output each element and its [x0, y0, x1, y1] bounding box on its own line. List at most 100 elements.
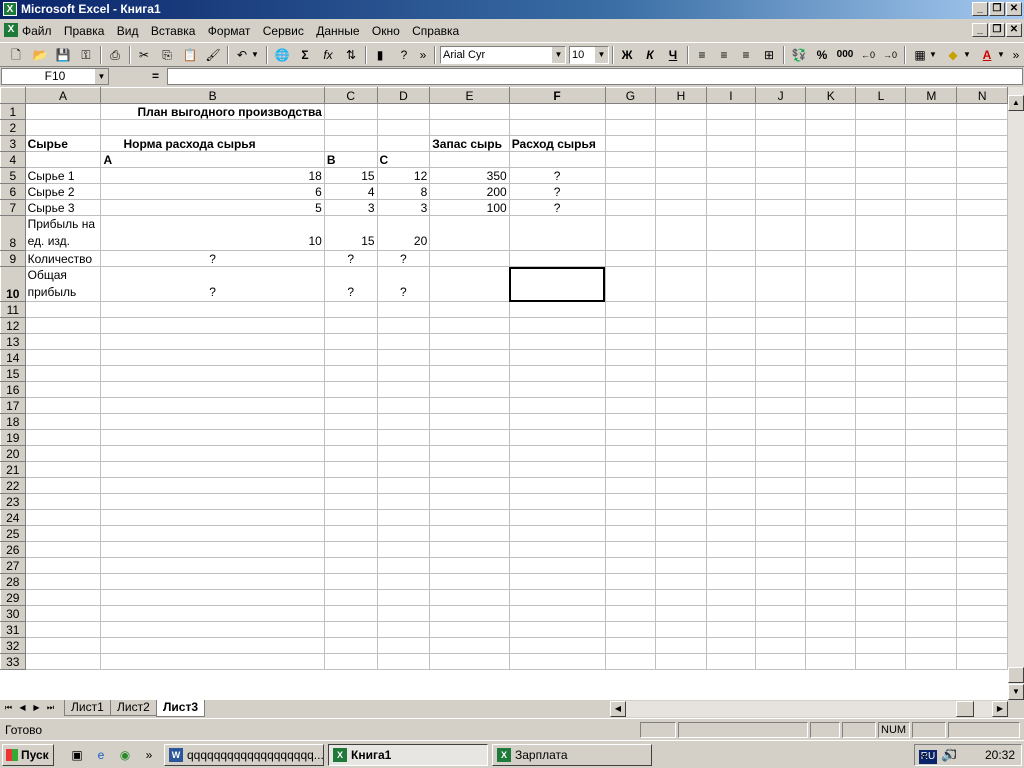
- cell[interactable]: [805, 167, 857, 184]
- cell[interactable]: [705, 266, 757, 302]
- cell[interactable]: [323, 445, 378, 462]
- cell[interactable]: [805, 477, 857, 494]
- cell[interactable]: [655, 250, 707, 267]
- cell[interactable]: [323, 365, 378, 382]
- cell[interactable]: [705, 589, 757, 606]
- cell[interactable]: [24, 493, 102, 510]
- column-header-c[interactable]: C: [323, 87, 378, 104]
- cell[interactable]: [508, 381, 606, 398]
- cell[interactable]: [805, 397, 857, 414]
- cell[interactable]: [956, 266, 1008, 302]
- cell-d10[interactable]: ?: [376, 266, 431, 302]
- row-header[interactable]: 14: [0, 349, 26, 366]
- cell[interactable]: [905, 397, 958, 414]
- cell[interactable]: [805, 183, 857, 200]
- cell[interactable]: [655, 183, 707, 200]
- cell[interactable]: [905, 605, 958, 622]
- cell[interactable]: [905, 557, 958, 574]
- cell[interactable]: [429, 250, 510, 267]
- cell[interactable]: [855, 301, 907, 318]
- row-header[interactable]: 25: [0, 525, 26, 542]
- cell[interactable]: [755, 183, 807, 200]
- menu-edit[interactable]: Правка: [64, 24, 105, 38]
- cell[interactable]: [376, 589, 431, 606]
- cell[interactable]: [755, 333, 807, 350]
- cell[interactable]: [100, 461, 325, 478]
- cell[interactable]: [705, 301, 757, 318]
- doc-minimize-button[interactable]: _: [972, 23, 988, 37]
- cell[interactable]: [755, 381, 807, 398]
- cell[interactable]: [655, 349, 707, 366]
- cell[interactable]: [705, 509, 757, 526]
- cell[interactable]: [655, 397, 707, 414]
- cell[interactable]: [956, 461, 1008, 478]
- cell[interactable]: [508, 461, 606, 478]
- cell[interactable]: [805, 151, 857, 168]
- cell[interactable]: [323, 317, 378, 334]
- cell-d6[interactable]: 8: [376, 183, 431, 200]
- row-header[interactable]: 13: [0, 333, 26, 350]
- cell[interactable]: [905, 250, 958, 267]
- cell[interactable]: [705, 349, 757, 366]
- cell-d4[interactable]: C: [376, 151, 431, 168]
- cell[interactable]: [376, 301, 431, 318]
- help-icon[interactable]: ?: [394, 46, 414, 64]
- cell[interactable]: [855, 135, 907, 152]
- cell[interactable]: [376, 365, 431, 382]
- cell[interactable]: [705, 381, 757, 398]
- cell[interactable]: [755, 477, 807, 494]
- cell[interactable]: [905, 493, 958, 510]
- cell[interactable]: [956, 250, 1008, 267]
- cell[interactable]: [956, 493, 1008, 510]
- cell[interactable]: [805, 119, 857, 136]
- cell[interactable]: [376, 333, 431, 350]
- cell[interactable]: [855, 151, 907, 168]
- cell[interactable]: [956, 365, 1008, 382]
- row-header[interactable]: 20: [0, 445, 26, 462]
- cell[interactable]: [855, 573, 907, 590]
- cell-d7[interactable]: 3: [376, 199, 431, 216]
- row-header[interactable]: 28: [0, 573, 26, 590]
- cell[interactable]: [24, 461, 102, 478]
- cell[interactable]: [429, 461, 510, 478]
- row-header[interactable]: 9: [0, 250, 26, 267]
- cell[interactable]: [429, 605, 510, 622]
- cell[interactable]: [855, 477, 907, 494]
- cell[interactable]: [705, 397, 757, 414]
- cell[interactable]: [855, 509, 907, 526]
- cell[interactable]: [376, 637, 431, 654]
- cell[interactable]: [429, 445, 510, 462]
- row-header[interactable]: 30: [0, 605, 26, 622]
- cell[interactable]: [956, 429, 1008, 446]
- cell[interactable]: [508, 317, 606, 334]
- prev-sheet-icon[interactable]: ◀: [16, 701, 29, 715]
- cell[interactable]: [855, 119, 907, 136]
- scroll-right-icon[interactable]: ▶: [992, 701, 1008, 717]
- cell[interactable]: [755, 509, 807, 526]
- cell[interactable]: [323, 509, 378, 526]
- cell[interactable]: [755, 250, 807, 267]
- cell[interactable]: [855, 541, 907, 558]
- cell[interactable]: [376, 573, 431, 590]
- cell[interactable]: [508, 215, 606, 251]
- cell[interactable]: [905, 103, 958, 120]
- cell[interactable]: [24, 525, 102, 542]
- cell[interactable]: [24, 365, 102, 382]
- scroll-up-icon[interactable]: ▲: [1008, 95, 1024, 111]
- cell[interactable]: [24, 349, 102, 366]
- cell[interactable]: [100, 301, 325, 318]
- cell[interactable]: [755, 317, 807, 334]
- cell[interactable]: [604, 637, 657, 654]
- new-file-icon[interactable]: 🗋: [6, 46, 26, 64]
- cell[interactable]: [956, 637, 1008, 654]
- cell[interactable]: [805, 589, 857, 606]
- cell[interactable]: [855, 183, 907, 200]
- cell[interactable]: [508, 301, 606, 318]
- cell[interactable]: [705, 317, 757, 334]
- cell[interactable]: [604, 477, 657, 494]
- row-header[interactable]: 24: [0, 509, 26, 526]
- cell[interactable]: [24, 333, 102, 350]
- cell[interactable]: [376, 397, 431, 414]
- cell-b8[interactable]: 10: [100, 215, 325, 251]
- cell-a5[interactable]: Сырье 1: [24, 167, 102, 184]
